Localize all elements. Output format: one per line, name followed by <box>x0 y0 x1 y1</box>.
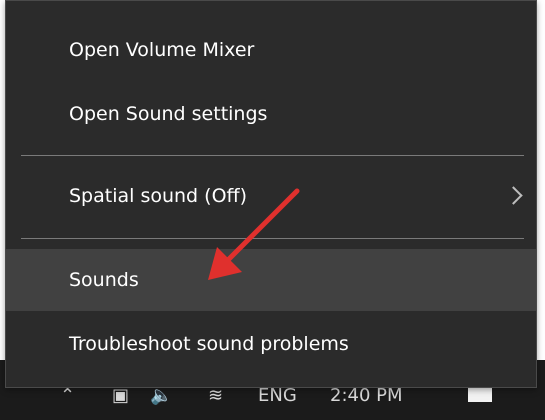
screen: ⌃ ▣ 🔈 ≋ ENG 2:40 PM Open Volume Mixer Op… <box>0 0 545 420</box>
menu-item-spatial-sound[interactable]: Spatial sound (Off) <box>6 165 536 227</box>
sound-context-menu: Open Volume Mixer Open Sound settings Sp… <box>5 0 537 388</box>
chevron-right-icon <box>504 186 523 205</box>
menu-item-troubleshoot[interactable]: Troubleshoot sound problems <box>6 313 536 375</box>
menu-item-label: Troubleshoot sound problems <box>69 333 349 355</box>
taskbar-clock[interactable]: 2:40 PM <box>330 386 403 406</box>
network-icon[interactable]: ▣ <box>112 386 129 406</box>
wifi-icon[interactable]: ≋ <box>208 386 223 406</box>
language-indicator[interactable]: ENG <box>258 386 297 406</box>
menu-item-sounds[interactable]: Sounds <box>6 249 536 311</box>
chevron-up-icon[interactable]: ⌃ <box>60 386 75 406</box>
menu-item-open-volume-mixer[interactable]: Open Volume Mixer <box>6 19 536 81</box>
menu-item-label: Open Volume Mixer <box>69 39 255 61</box>
volume-icon[interactable]: 🔈 <box>150 386 172 406</box>
menu-item-label: Open Sound settings <box>69 103 268 125</box>
menu-item-label: Sounds <box>69 269 139 291</box>
menu-separator <box>21 155 524 156</box>
menu-separator <box>21 238 524 239</box>
menu-item-open-sound-settings[interactable]: Open Sound settings <box>6 83 536 145</box>
menu-item-label: Spatial sound (Off) <box>69 185 248 207</box>
